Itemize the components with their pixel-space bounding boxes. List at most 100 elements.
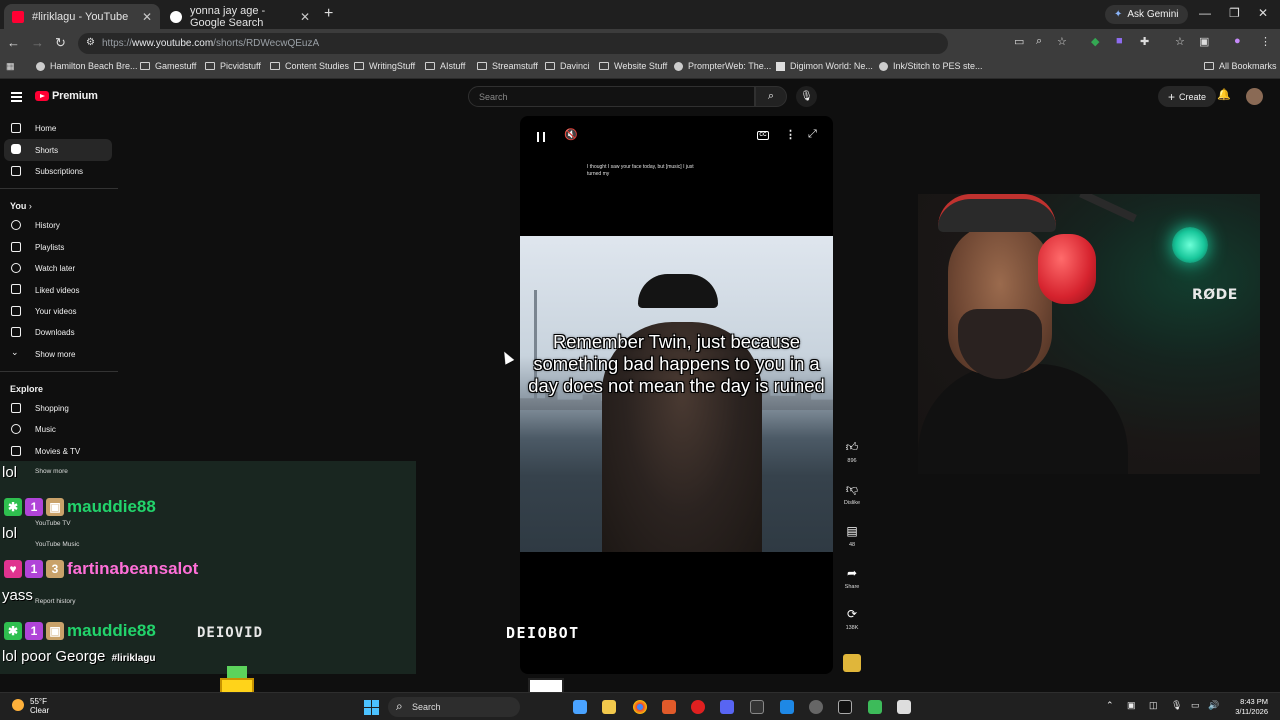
bookmark-folder[interactable]: Website Stuff (599, 61, 667, 71)
tab-google-search[interactable]: yonna jay age - Google Search ✕ (162, 4, 318, 29)
app-icon[interactable] (750, 700, 764, 714)
extension-icon[interactable]: ◆ (1091, 35, 1099, 48)
sidebar-item-liked-videos[interactable]: Liked videos (0, 279, 120, 300)
back-icon[interactable]: ← (7, 35, 20, 50)
restore-icon[interactable]: ❐ (1229, 6, 1240, 20)
youtube-logo[interactable]: Premium (35, 90, 98, 102)
bookmark-item[interactable]: Digimon World: Ne... (776, 61, 873, 71)
sidebar-item-watch-later[interactable]: Watch later (0, 258, 120, 279)
mic-tray-icon[interactable]: 🎙 (1171, 700, 1182, 711)
bookmark-star-icon[interactable]: ☆ (1057, 35, 1067, 48)
remix-button[interactable]: ⟳ 138K (843, 607, 861, 631)
network-icon[interactable]: ▭ (1191, 700, 1200, 711)
menu-icon[interactable] (11, 92, 22, 104)
reload-icon[interactable]: ↻ (55, 35, 66, 51)
shorts-icon (11, 144, 21, 155)
forward-icon[interactable]: → (31, 35, 44, 50)
ask-gemini-button[interactable]: ✦ Ask Gemini (1105, 5, 1188, 24)
app-icon[interactable] (662, 700, 676, 714)
pause-icon[interactable] (537, 132, 545, 142)
apps-grid-icon[interactable]: ▦ (6, 61, 15, 72)
side-panel-icon[interactable]: ▣ (1199, 35, 1209, 48)
sidebar-item-downloads[interactable]: Downloads (0, 322, 120, 343)
tab-youtube[interactable]: #liriklagu - YouTube ✕ (4, 4, 160, 29)
file-explorer-icon[interactable] (602, 700, 616, 714)
sidebar-item-label: Movies & TV (35, 446, 81, 456)
obs-icon[interactable] (838, 700, 852, 714)
sidebar-item-music[interactable]: Music (0, 419, 120, 440)
bookmark-folder[interactable]: Streamstuff (477, 61, 538, 71)
app-icon[interactable] (897, 700, 911, 714)
new-tab-button[interactable]: + (324, 5, 333, 23)
like-button[interactable]: 👍︎ 896 (843, 440, 861, 464)
you-section-header[interactable]: You › (0, 195, 120, 215)
profile-icon[interactable]: ● (1234, 35, 1241, 47)
sidebar-item-show-more[interactable]: ⌄ Show more (0, 344, 120, 365)
deiobot-label: DEIOBOT (506, 624, 580, 642)
all-bookmarks-button[interactable]: All Bookmarks (1204, 61, 1277, 71)
bookmark-folder[interactable]: Gamestuff (140, 61, 196, 71)
discord-icon[interactable] (720, 700, 734, 714)
voice-search-icon[interactable]: 🎙 (796, 86, 817, 107)
tray-chevron-icon[interactable]: ⌃ (1106, 700, 1114, 711)
bookmark-folder[interactable]: Content Studies (270, 61, 349, 71)
zoom-icon[interactable]: ⌕ (1036, 35, 1042, 48)
bookmark-item[interactable]: Hamilton Beach Bre... (36, 61, 138, 71)
more-options-icon[interactable]: ⋮ (785, 128, 796, 141)
sidebar-item-subscriptions[interactable]: Subscriptions (0, 161, 120, 182)
sidebar-item-shorts[interactable]: Shorts (4, 139, 112, 161)
app-icon[interactable] (691, 700, 705, 714)
share-button[interactable]: ➦ Share (843, 566, 861, 590)
site-info-icon[interactable]: ⚙ (86, 37, 95, 48)
bookmark-folder[interactable]: Picvidstuff (205, 61, 261, 71)
app-icon[interactable] (809, 700, 823, 714)
create-button[interactable]: + Create (1158, 86, 1217, 107)
app-icon[interactable] (868, 700, 882, 714)
start-button[interactable] (364, 700, 379, 715)
comments-button[interactable]: ▤ 48 (843, 524, 861, 548)
all-bookmarks-label: All Bookmarks (1219, 61, 1277, 71)
avatar[interactable] (1246, 88, 1263, 105)
app-icon[interactable] (780, 700, 794, 714)
bookmark-folder[interactable]: Davinci (545, 61, 590, 71)
reading-list-icon[interactable]: ☆ (1175, 35, 1185, 48)
dislike-button[interactable]: 👎︎ Dislike (843, 482, 861, 506)
search-input[interactable]: Search (468, 86, 755, 107)
captions-button[interactable]: CC (757, 131, 769, 140)
folder-icon (477, 62, 487, 70)
volume-icon[interactable]: 🔊 (1208, 700, 1219, 711)
tray-app-icon[interactable]: ◫ (1149, 700, 1158, 711)
sidebar-item-home[interactable]: Home (0, 118, 120, 139)
shorts-player[interactable]: 🔇 CC ⋮ ⤢ I thought I saw your face today… (520, 116, 833, 674)
extensions-puzzle-icon[interactable]: ✚ (1140, 35, 1149, 48)
chrome-icon[interactable] (633, 700, 647, 714)
sidebar-item-shopping[interactable]: Shopping (0, 398, 120, 419)
chrome-menu-icon[interactable]: ⋮ (1260, 35, 1271, 48)
tray-app-icon[interactable]: ▣ (1127, 700, 1136, 711)
bookmark-item[interactable]: Ink/Stitch to PES ste... (879, 61, 983, 71)
sidebar-item-your-videos[interactable]: Your videos (0, 301, 120, 322)
fullscreen-icon[interactable]: ⤢ (808, 128, 817, 141)
minimize-icon[interactable]: — (1199, 6, 1211, 20)
sidebar-item-playlists[interactable]: Playlists (0, 237, 120, 258)
search-button[interactable]: ⌕ (755, 86, 787, 107)
taskbar-search[interactable]: Search (388, 697, 520, 717)
taskbar-clock[interactable]: 8:43 PM 3/11/2026 (1222, 697, 1268, 717)
bookmark-item[interactable]: PrompterWeb: The... (674, 61, 771, 71)
sidebar-item-history[interactable]: History (0, 215, 120, 236)
notifications-bell-icon[interactable]: 🔔 (1217, 88, 1231, 101)
bookmark-folder[interactable]: AIstuff (425, 61, 465, 71)
bookmark-folder[interactable]: WritingStuff (354, 61, 415, 71)
sidebar-item-movies-tv[interactable]: Movies & TV (0, 441, 120, 462)
weather-widget[interactable]: 55°F Clear (12, 697, 49, 715)
copilot-icon[interactable] (573, 700, 587, 714)
omnibox[interactable]: ⚙ https://www.youtube.com/shorts/RDWecwQ… (78, 33, 948, 54)
close-window-icon[interactable]: ✕ (1258, 6, 1268, 20)
close-tab-icon[interactable]: ✕ (142, 10, 152, 24)
mute-icon[interactable]: 🔇 (564, 128, 578, 141)
sound-thumbnail[interactable] (843, 654, 861, 672)
extension-icon[interactable]: ■ (1116, 35, 1123, 47)
close-tab-icon[interactable]: ✕ (300, 10, 310, 24)
cast-icon[interactable]: ▭ (1014, 35, 1024, 48)
shopping-icon (11, 402, 21, 413)
